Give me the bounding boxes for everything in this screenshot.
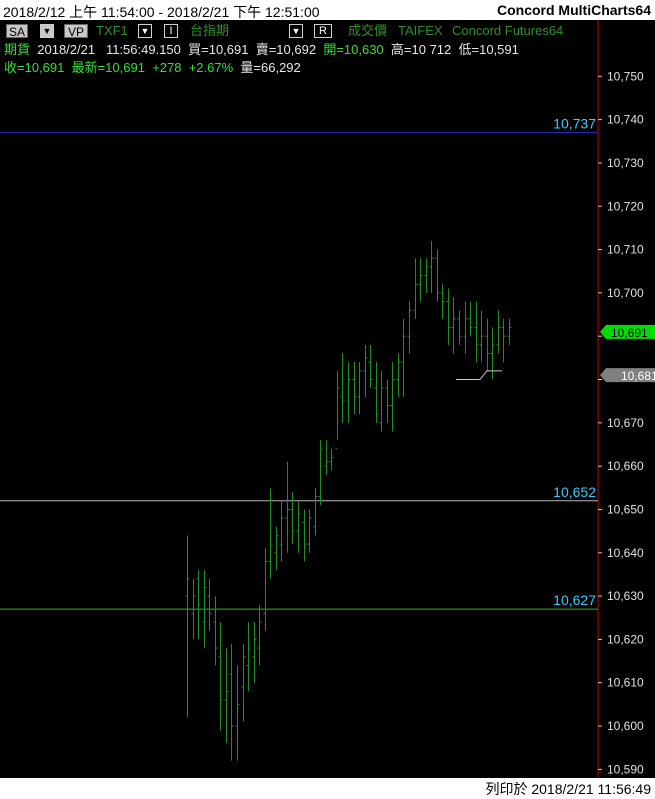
print-timestamp: 列印於 2018/2/21 11:56:49 <box>485 781 651 797</box>
y-tick-label: 10,710 <box>607 243 644 257</box>
y-tick-label: 10,670 <box>607 416 644 430</box>
y-tick-label: 10,720 <box>607 199 644 213</box>
app-name: Concord MultiCharts64 <box>496 2 651 18</box>
y-tick-label: 10,600 <box>607 719 644 733</box>
price-chart[interactable]: 10,750 10,740 10,730 10,720 10,710 10,700 10,6… <box>0 20 655 778</box>
y-tick-label: 10,610 <box>607 676 644 690</box>
y-tick-label: 10,750 <box>607 69 644 83</box>
last-price-sublabel: 10秒 <box>629 341 652 355</box>
footer: 列印於 2018/2/21 11:56:49 <box>0 778 655 797</box>
y-tick-label: 10,590 <box>607 762 644 776</box>
y-tick-label: 10,740 <box>607 113 644 127</box>
y-tick-label: 10,640 <box>607 546 644 560</box>
last-price-label: 10,691 <box>611 326 648 340</box>
y-tick-label: 10,630 <box>607 589 644 603</box>
y-tick-label: 10,650 <box>607 502 644 516</box>
level-label: 10,627 <box>553 592 596 608</box>
y-tick-label: 10,700 <box>607 286 644 300</box>
prev-price-label: 10,681 <box>621 369 655 383</box>
trailing-marker-line <box>456 370 502 381</box>
y-tick-label: 10,620 <box>607 632 644 646</box>
chart-area[interactable]: SA ▼ VP TXF1 ▼ I 台指期 ▼ R 成交價 TAIFEX Conc… <box>0 20 655 778</box>
y-tick-label: 10,660 <box>607 459 644 473</box>
title-bar: 2018/2/12 上午 11:54:00 - 2018/2/21 下午 12:… <box>0 0 655 20</box>
y-tick-label: 10,730 <box>607 156 644 170</box>
date-range: 2018/2/12 上午 11:54:00 - 2018/2/21 下午 12:… <box>3 4 320 20</box>
level-label: 10,652 <box>553 484 596 500</box>
level-label: 10,737 <box>553 116 596 132</box>
